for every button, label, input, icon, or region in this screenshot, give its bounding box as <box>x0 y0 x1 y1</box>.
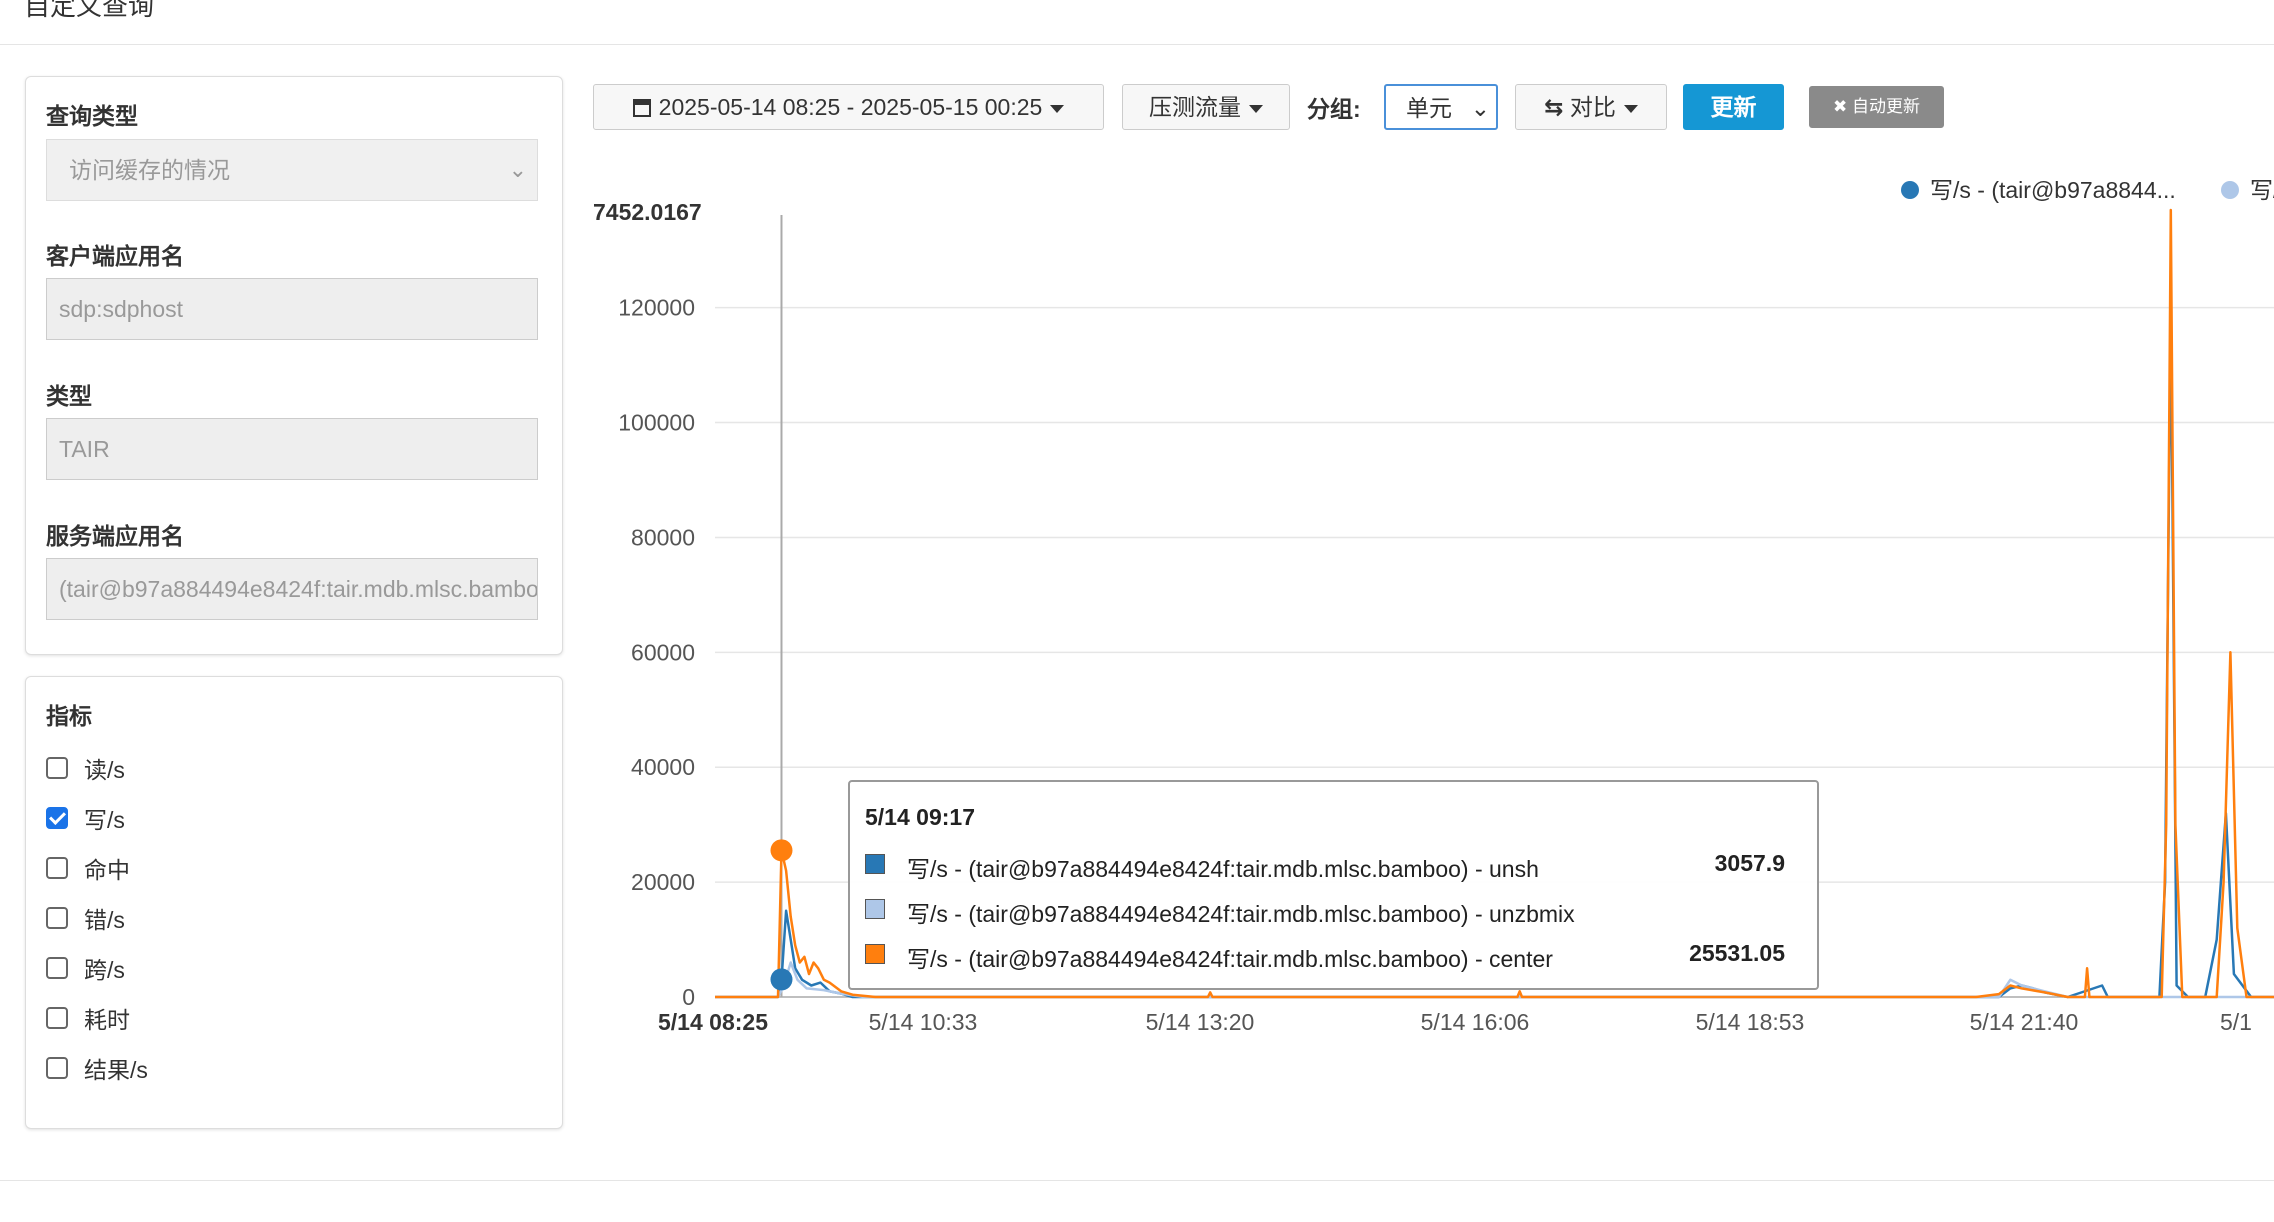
query-type-select[interactable]: 访问缓存的情况 ⌄ <box>46 139 538 201</box>
tooltip-series-name: 写/s - (tair@b97a884494e8424f:tair.mdb.ml… <box>907 856 1539 882</box>
hover-point-center <box>770 839 793 862</box>
legend-label[interactable]: 写/s - (tair@b97a8844... <box>2250 177 2274 203</box>
tooltip-row: 写/s - (tair@b97a884494e8424f:tair.mdb.ml… <box>865 893 1805 927</box>
query-panel: 查询类型 访问缓存的情况 ⌄ 客户端应用名 sdp:sdphost 类型 TAI… <box>25 76 563 655</box>
metric-checkbox[interactable] <box>46 757 68 779</box>
metric-label: 跨/s <box>84 957 125 983</box>
y-tick-label: 60000 <box>631 639 695 665</box>
client-app-input[interactable]: sdp:sdphost <box>46 278 538 340</box>
x-tick-label: 5/14 18:53 <box>1696 1009 1805 1035</box>
tooltip-value: 25531.05 <box>1689 940 1785 966</box>
metrics-title: 指标 <box>46 703 92 729</box>
traffic-label: 压测流量 <box>1149 94 1241 120</box>
y-tick-label: 0 <box>682 984 695 1010</box>
caret-down-icon <box>1249 104 1263 113</box>
metric-label: 结果/s <box>84 1057 148 1083</box>
metric-checkbox[interactable] <box>46 807 68 829</box>
metric-item[interactable]: 跨/s <box>46 951 125 985</box>
group-label: 分组: <box>1307 96 1361 122</box>
calendar-icon <box>632 99 651 117</box>
tooltip-row: 写/s - (tair@b97a884494e8424f:tair.mdb.ml… <box>865 938 1805 972</box>
compare-dropdown[interactable]: ⇆ 对比 <box>1515 84 1667 130</box>
legend-label[interactable]: 写/s - (tair@b97a8844... <box>1930 177 2176 203</box>
metric-item[interactable]: 结果/s <box>46 1051 148 1085</box>
group-value: 单元 <box>1406 95 1452 121</box>
metric-item[interactable]: 耗时 <box>46 1001 130 1035</box>
hover-point-unsh <box>770 968 793 991</box>
date-range-text: 2025-05-14 08:25 - 2025-05-15 00:25 <box>658 94 1043 120</box>
metric-item[interactable]: 命中 <box>46 851 130 885</box>
x-tick-label: 5/1 <box>2220 1009 2252 1035</box>
tooltip-series-name: 写/s - (tair@b97a884494e8424f:tair.mdb.ml… <box>907 946 1553 972</box>
tooltip-series-name: 写/s - (tair@b97a884494e8424f:tair.mdb.ml… <box>907 901 1575 927</box>
metric-checkbox[interactable] <box>46 1007 68 1029</box>
type-label: 类型 <box>46 383 92 409</box>
x-tick-label: 5/14 10:33 <box>869 1009 978 1035</box>
swap-icon: ⇆ <box>1544 94 1564 120</box>
x-tick-label: 5/14 08:25 <box>658 1009 768 1035</box>
type-input[interactable]: TAIR <box>46 418 538 480</box>
metric-checkbox[interactable] <box>46 857 68 879</box>
x-tick-label: 5/14 16:06 <box>1421 1009 1530 1035</box>
update-button[interactable]: 更新 <box>1683 84 1784 130</box>
metrics-panel: 指标 读/s 写/s 命中错/s 跨/s 耗时结果/s <box>25 676 563 1129</box>
caret-down-icon <box>1623 104 1638 113</box>
legend-marker[interactable] <box>1901 181 1919 199</box>
metric-item[interactable]: 错/s <box>46 901 125 935</box>
auto-update-button[interactable]: ✖ 自动更新 <box>1809 86 1944 128</box>
chart-tooltip: 5/14 09:17 写/s - (tair@b97a884494e8424f:… <box>848 780 1819 990</box>
auto-update-label: 自动更新 <box>1851 97 1920 116</box>
date-range-button[interactable]: 2025-05-14 08:25 - 2025-05-15 00:25 <box>593 84 1104 130</box>
x-tick-label: 5/14 21:40 <box>1970 1009 2079 1035</box>
traffic-dropdown[interactable]: 压测流量 <box>1122 84 1290 130</box>
metric-label: 错/s <box>84 907 125 933</box>
metric-label: 写/s <box>84 807 125 833</box>
caret-down-icon <box>1050 104 1065 113</box>
metric-label: 读/s <box>84 757 125 783</box>
compare-label: 对比 <box>1569 94 1616 120</box>
y-tick-label: 80000 <box>631 524 695 550</box>
metric-item[interactable]: 读/s <box>46 751 125 785</box>
top-bar: 自定义查询 <box>0 0 2274 45</box>
close-icon: ✖ <box>1833 97 1848 116</box>
metric-checkbox[interactable] <box>46 957 68 979</box>
tooltip-row: 写/s - (tair@b97a884494e8424f:tair.mdb.ml… <box>865 848 1805 882</box>
query-type-label: 查询类型 <box>46 103 138 129</box>
legend-marker[interactable] <box>2221 181 2239 199</box>
server-app-label: 服务端应用名 <box>46 523 184 549</box>
x-tick-label: 5/14 13:20 <box>1146 1009 1255 1035</box>
metric-label: 命中 <box>84 857 130 883</box>
metric-checkbox[interactable] <box>46 1057 68 1079</box>
tooltip-time: 5/14 09:17 <box>865 804 975 830</box>
metric-label: 耗时 <box>84 1007 130 1033</box>
tooltip-swatch <box>865 899 885 919</box>
y-tick-label: 20000 <box>631 869 695 895</box>
y-tick-label: 120000 <box>618 295 695 321</box>
server-app-input[interactable]: (tair@b97a884494e8424f:tair.mdb.mlsc.bam… <box>46 558 538 620</box>
page-title: 自定义查询 <box>24 0 155 21</box>
chevron-down-icon: ⌄ <box>508 157 527 182</box>
y-tick-label: 40000 <box>631 754 695 780</box>
tooltip-swatch <box>865 854 885 874</box>
y-tick-label: 100000 <box>618 410 695 436</box>
tooltip-value: 3057.9 <box>1714 850 1785 876</box>
tooltip-swatch <box>865 944 885 964</box>
group-select[interactable]: 单元 ⌄ <box>1384 84 1498 130</box>
metric-checkbox[interactable] <box>46 907 68 929</box>
query-type-value: 访问缓存的情况 <box>69 157 230 183</box>
bottom-divider <box>0 1180 2274 1181</box>
metric-item[interactable]: 写/s <box>46 801 125 835</box>
chevron-down-icon: ⌄ <box>1470 95 1490 121</box>
y-max-label: 7452.0167 <box>593 199 702 225</box>
client-app-label: 客户端应用名 <box>46 243 184 269</box>
